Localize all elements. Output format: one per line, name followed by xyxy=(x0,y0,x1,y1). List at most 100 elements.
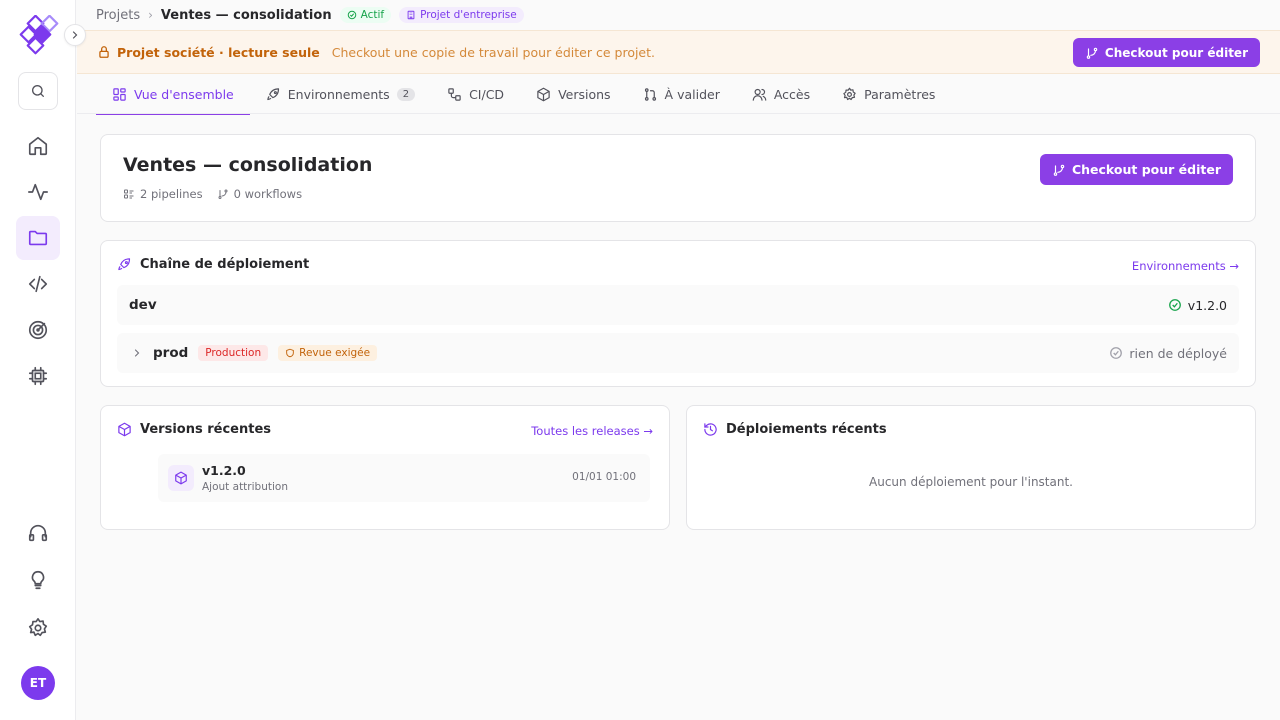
all-releases-link[interactable]: Toutes les releases → xyxy=(531,424,653,438)
banner-checkout-button[interactable]: Checkout pour éditer xyxy=(1072,38,1260,67)
version-name: v1.2.0 xyxy=(202,463,246,478)
sidebar-item-settings[interactable] xyxy=(16,606,60,650)
app-logo[interactable] xyxy=(16,15,60,59)
banner-message: Checkout une copie de travail pour édite… xyxy=(331,44,656,60)
sidebar-item-projects[interactable] xyxy=(16,216,60,260)
environments-link[interactable]: Environnements → xyxy=(1132,259,1239,273)
project-meta: 2 pipelines 0 workflows xyxy=(123,187,302,201)
git-branch-icon xyxy=(1086,47,1098,59)
rocket-icon xyxy=(118,258,131,271)
tab-cicd[interactable]: CI/CD xyxy=(431,74,520,114)
breadcrumb: Projets › Ventes — consolidation Actif P… xyxy=(96,4,524,26)
check-circle-icon xyxy=(1168,299,1181,311)
sidebar: ET xyxy=(0,0,86,720)
env-status-label: rien de déployé xyxy=(1129,345,1227,361)
git-branch-icon xyxy=(1053,164,1065,176)
headphones-icon xyxy=(28,524,48,542)
tab-settings[interactable]: Paramètres xyxy=(826,74,951,114)
breadcrumb-current: Ventes — consolidation xyxy=(160,7,332,23)
layout-grid-icon xyxy=(113,87,126,101)
recent-versions-title: Versions récentes xyxy=(140,422,271,437)
checkout-button[interactable]: Checkout pour éditer xyxy=(1039,154,1233,185)
sidebar-search-button[interactable] xyxy=(18,72,58,110)
sidebar-item-targets[interactable] xyxy=(16,308,60,352)
package-icon xyxy=(175,471,187,485)
package-icon xyxy=(537,87,550,101)
project-header-card: Ventes — consolidation 2 pipelines 0 wor… xyxy=(100,134,1256,222)
sidebar-item-code[interactable] xyxy=(16,262,60,306)
no-deployments-message: Aucun déploiement pour l'instant. xyxy=(869,475,1073,489)
status-badge-label: Actif xyxy=(360,9,385,21)
banner-title: Projet société · lecture seule xyxy=(117,44,320,60)
project-title: Ventes — consolidation xyxy=(123,154,373,176)
environments-count-badge: 2 xyxy=(396,87,416,101)
sidebar-item-ideas[interactable] xyxy=(16,558,60,602)
home-icon xyxy=(28,136,48,156)
git-branch-icon xyxy=(218,189,228,199)
package-icon xyxy=(118,422,131,437)
sidebar-item-compute[interactable] xyxy=(16,354,60,398)
list-icon xyxy=(124,189,134,199)
deployment-chain-title: Chaîne de déploiement xyxy=(140,257,310,272)
sidebar-item-activity[interactable] xyxy=(16,170,60,214)
main-content: Projets › Ventes — consolidation Actif P… xyxy=(77,0,1280,720)
readonly-banner: Projet société · lecture seule Checkout … xyxy=(77,30,1280,74)
user-initials: ET xyxy=(29,676,47,690)
recent-deployments-header: Déploiements récents xyxy=(703,422,887,437)
review-required-label: Revue exigée xyxy=(299,347,371,359)
enterprise-badge-label: Projet d'entreprise xyxy=(420,9,517,21)
search-icon xyxy=(32,85,44,97)
env-status-label: v1.2.0 xyxy=(1187,297,1227,313)
banner-checkout-label: Checkout pour éditer xyxy=(1104,45,1248,60)
check-circle-icon xyxy=(347,10,356,20)
history-icon xyxy=(704,423,717,436)
user-avatar[interactable]: ET xyxy=(21,666,55,700)
checkout-button-label: Checkout pour éditer xyxy=(1071,162,1221,177)
breadcrumb-projects-link[interactable]: Projets xyxy=(96,8,140,23)
tab-access-label: Accès xyxy=(773,86,811,102)
tab-environments[interactable]: Environnements 2 xyxy=(250,74,431,114)
tab-versions[interactable]: Versions xyxy=(520,74,626,114)
status-badge: Actif xyxy=(339,7,392,23)
enterprise-badge: Projet d'entreprise xyxy=(399,7,524,23)
production-tag: Production xyxy=(198,345,269,361)
pipelines-count: 2 pipelines xyxy=(123,187,203,201)
building-icon xyxy=(407,10,415,20)
shield-icon xyxy=(286,348,294,358)
gear-icon xyxy=(843,87,856,100)
sidebar-item-support[interactable] xyxy=(16,511,60,555)
env-status: v1.2.0 xyxy=(1168,298,1227,313)
breadcrumb-separator: › xyxy=(148,8,153,22)
folder-icon xyxy=(28,230,48,246)
version-item[interactable]: v1.2.0 Ajout attribution 01/01 01:00 xyxy=(158,454,650,502)
chevron-right-icon xyxy=(72,31,78,39)
sidebar-collapse-button[interactable] xyxy=(64,24,86,46)
review-required-tag: Revue exigée xyxy=(278,345,378,361)
project-tabs: Vue d'ensemble Environnements 2 CI/CD Ve… xyxy=(96,74,1261,115)
tab-to-review-label: À valider xyxy=(664,86,720,102)
recent-versions-header: Versions récentes xyxy=(117,422,271,437)
env-status: rien de déployé xyxy=(1109,346,1227,361)
tab-cicd-label: CI/CD xyxy=(469,86,505,102)
deployment-chain-card: Chaîne de déploiement Environnements → d… xyxy=(100,240,1256,387)
workflow-icon xyxy=(448,87,461,101)
env-row-prod[interactable]: prod Production Revue exigée rien de dép… xyxy=(117,333,1239,373)
version-description: Ajout attribution xyxy=(202,481,288,493)
tab-settings-label: Paramètres xyxy=(864,86,936,102)
users-icon xyxy=(752,88,767,101)
git-pull-request-icon xyxy=(644,87,656,101)
sidebar-item-home[interactable] xyxy=(16,124,60,168)
tab-versions-label: Versions xyxy=(558,86,611,102)
tab-overview[interactable]: Vue d'ensemble xyxy=(96,74,250,115)
tabs-divider xyxy=(77,113,1280,114)
tab-access[interactable]: Accès xyxy=(736,74,826,114)
recent-deployments-title: Déploiements récents xyxy=(726,422,887,437)
recent-versions-card: Versions récentes Toutes les releases → … xyxy=(100,405,670,530)
version-date: 01/01 01:00 xyxy=(572,471,636,483)
check-circle-icon xyxy=(1110,347,1123,359)
chevron-right-icon xyxy=(134,349,140,357)
tab-to-review[interactable]: À valider xyxy=(627,74,736,114)
tab-environments-label: Environnements xyxy=(287,86,390,102)
env-row-dev[interactable]: dev v1.2.0 xyxy=(117,285,1239,325)
cpu-icon xyxy=(28,366,48,386)
